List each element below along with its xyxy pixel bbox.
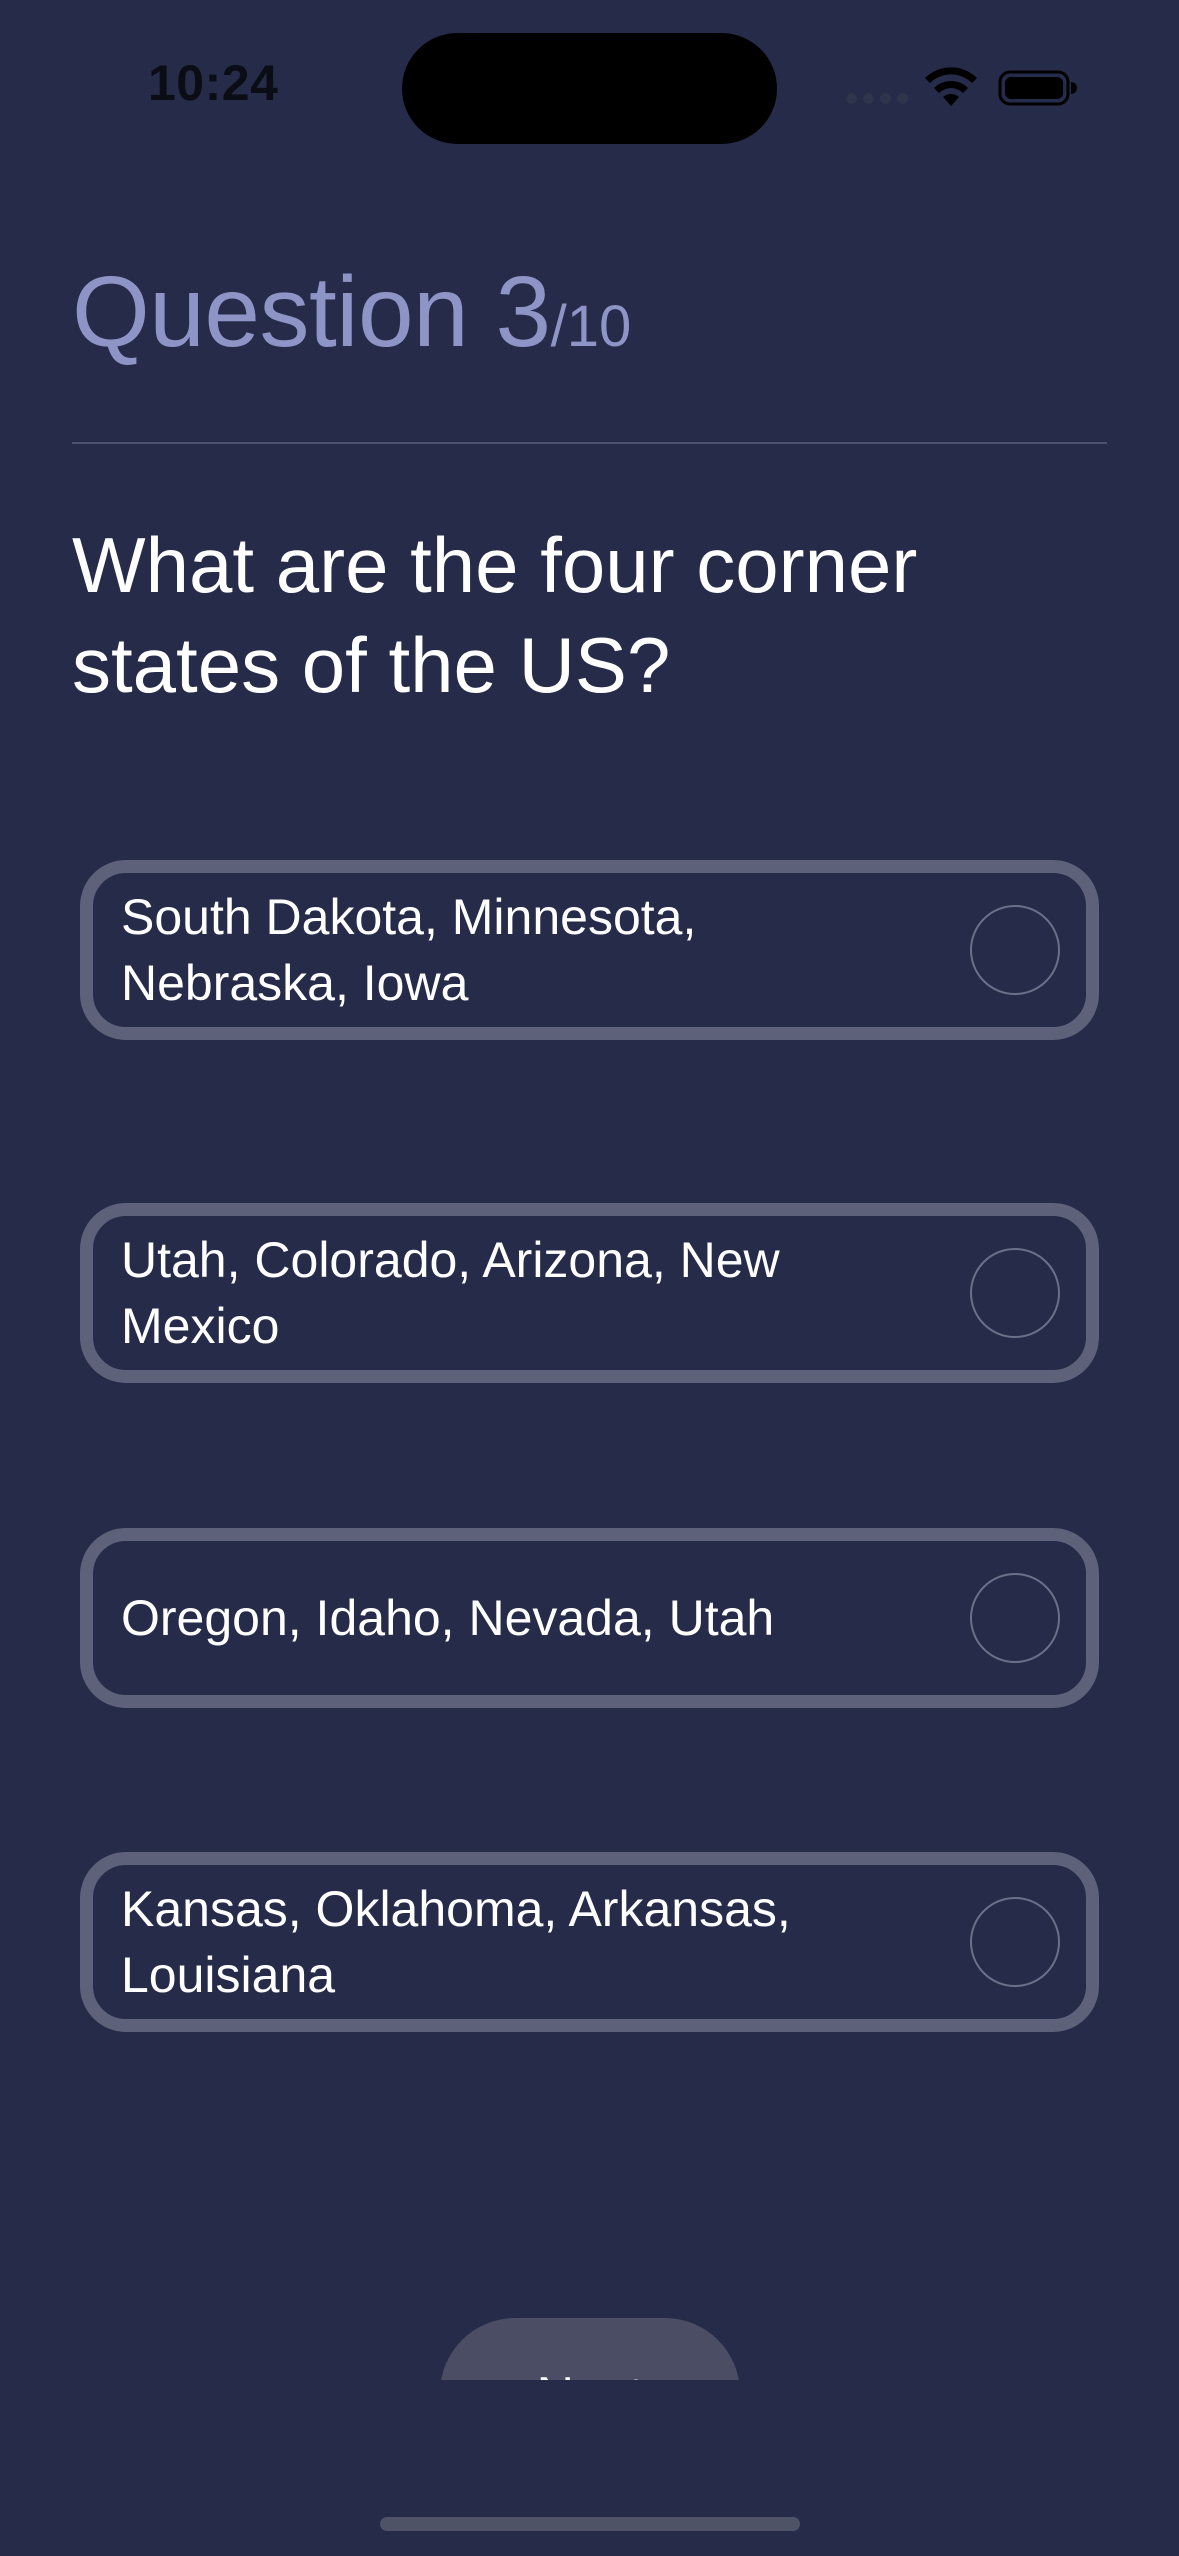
home-indicator[interactable] bbox=[380, 2517, 800, 2531]
answer-option-label: Kansas, Oklahoma, Arkansas, Louisiana bbox=[121, 1881, 791, 2003]
answer-option-2[interactable]: Utah, Colorado, Arizona, New Mexico bbox=[80, 1203, 1099, 1383]
answer-option-1[interactable]: South Dakota, Minnesota, Nebraska, Iowa bbox=[80, 860, 1099, 1040]
quiz-screen: 10:24 Question 3/10 What are the four co… bbox=[0, 0, 1179, 2556]
question-total: /10 bbox=[550, 294, 632, 359]
question-counter: Question 3/10 bbox=[72, 255, 631, 370]
dynamic-island bbox=[402, 33, 777, 144]
answer-option-label: Utah, Colorado, Arizona, New Mexico bbox=[121, 1232, 780, 1354]
wifi-icon bbox=[925, 67, 977, 106]
battery-icon bbox=[998, 70, 1077, 106]
cellular-signal-icon bbox=[846, 93, 908, 104]
radio-button-icon[interactable] bbox=[970, 1897, 1060, 1987]
answer-option-label: Oregon, Idaho, Nevada, Utah bbox=[121, 1590, 775, 1646]
question-number: Question 3 bbox=[72, 256, 551, 368]
radio-button-icon[interactable] bbox=[970, 905, 1060, 995]
next-button[interactable]: Next bbox=[440, 2318, 740, 2380]
next-button-label: Next bbox=[537, 2366, 644, 2380]
radio-button-icon[interactable] bbox=[970, 1573, 1060, 1663]
answer-option-3[interactable]: Oregon, Idaho, Nevada, Utah bbox=[80, 1528, 1099, 1708]
radio-button-icon[interactable] bbox=[970, 1248, 1060, 1338]
status-time: 10:24 bbox=[148, 55, 279, 111]
header-divider bbox=[72, 442, 1107, 444]
answer-option-label: South Dakota, Minnesota, Nebraska, Iowa bbox=[121, 889, 697, 1011]
answer-option-4[interactable]: Kansas, Oklahoma, Arkansas, Louisiana bbox=[80, 1852, 1099, 2032]
question-text: What are the four corner states of the U… bbox=[72, 521, 918, 709]
next-button-container: Next bbox=[440, 2318, 740, 2380]
